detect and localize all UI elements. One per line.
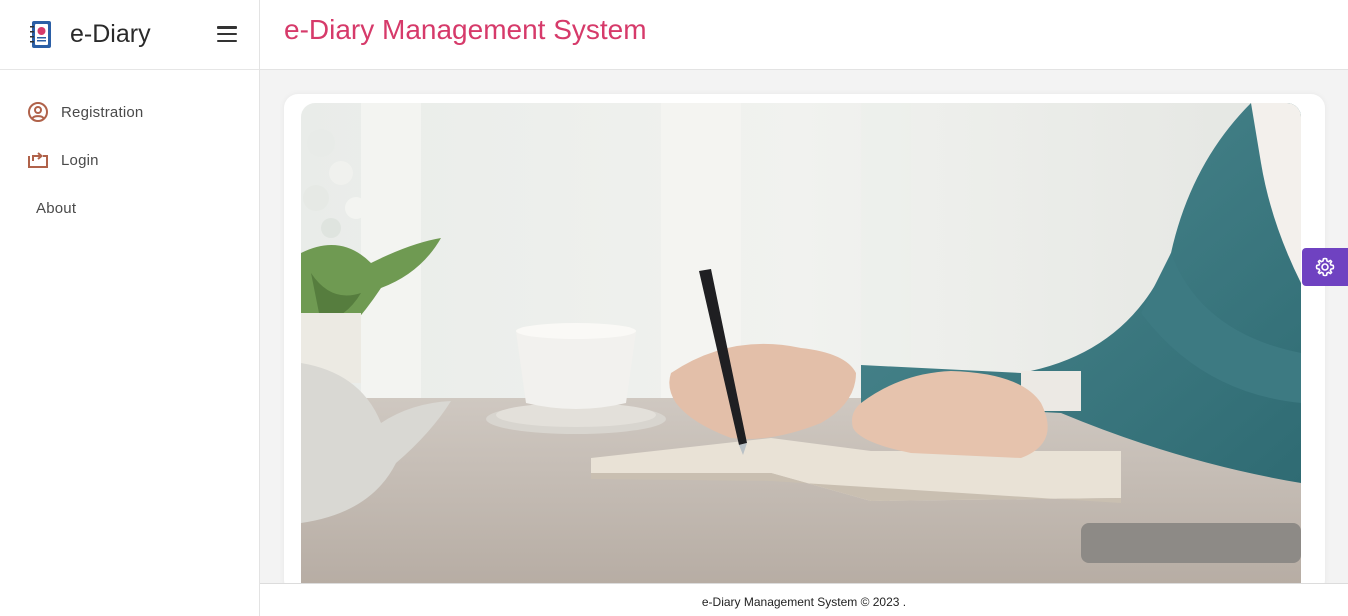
sidebar: e-Diary Registration Login About — [0, 0, 260, 616]
sidebar-item-label: Registration — [61, 103, 144, 121]
gear-icon — [1315, 257, 1335, 277]
sidebar-item-label: Login — [61, 151, 99, 169]
login-arrow-icon — [27, 149, 49, 171]
footer-copyright: e-Diary Management System © 2023 . — [701, 595, 907, 609]
page-title: e-Diary Management System — [284, 14, 647, 45]
sidebar-item-registration[interactable]: Registration — [0, 88, 259, 136]
sidebar-item-label: About — [36, 199, 77, 217]
diary-logo-icon — [28, 20, 54, 50]
sidebar-item-login[interactable]: Login — [0, 136, 259, 184]
footer: e-Diary Management System © 2023 . — [260, 583, 1348, 616]
settings-button[interactable] — [1302, 248, 1348, 286]
menu-toggle-icon[interactable] — [217, 24, 237, 44]
hero-image — [301, 103, 1301, 583]
content-card — [284, 94, 1325, 594]
user-circle-icon — [27, 101, 49, 123]
sidebar-item-about[interactable]: About — [0, 184, 259, 232]
brand-header: e-Diary — [0, 0, 259, 70]
top-header: e-Diary Management System — [260, 0, 1348, 70]
sidebar-nav: Registration Login About — [0, 70, 259, 232]
brand-name[interactable]: e-Diary — [70, 20, 151, 49]
